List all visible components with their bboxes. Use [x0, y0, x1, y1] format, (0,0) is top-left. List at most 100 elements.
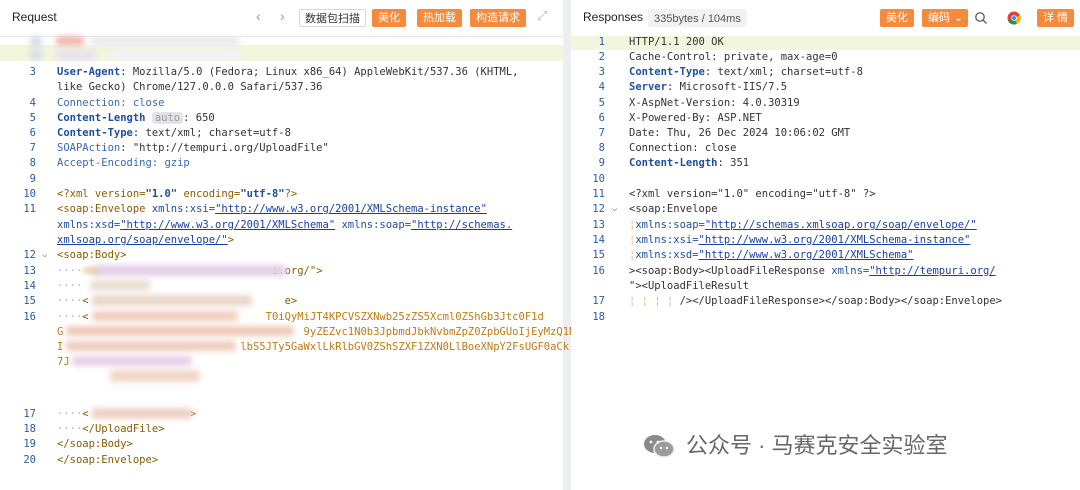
redacted-text: [110, 50, 240, 60]
code-line: <soap:Envelope xmlns:xsi="http://www.w3.…: [57, 203, 487, 215]
watermark-text: 公众号 · 马赛克安全实验室: [686, 433, 948, 458]
line-number: 2: [598, 51, 605, 63]
line-number: 6: [29, 127, 36, 139]
line-number: 6: [598, 112, 605, 124]
chevron-down-icon[interactable]: ⌵: [612, 204, 617, 214]
code-line: Content-Type: text/xml; charset=utf-8: [57, 127, 291, 139]
line-number: 15: [592, 249, 605, 261]
code-line: Content-Type: text/xml; charset=utf-8: [629, 66, 863, 78]
line-number: 7: [598, 127, 605, 139]
code-line: ><soap:Body><UploadFileResponse xmlns="h…: [629, 265, 996, 277]
line-number: 15: [23, 295, 36, 307]
line-number: 18: [592, 311, 605, 323]
line-number: 9: [29, 173, 36, 185]
code-line: xmlsoap.org/soap/envelope/">: [57, 234, 235, 246]
code-line: Date: Thu, 26 Dec 2024 10:06:02 GMT: [629, 127, 851, 139]
wechat-icon: [644, 435, 675, 458]
line-number: 5: [29, 112, 36, 124]
redacted-text: [56, 36, 84, 46]
search-icon[interactable]: [974, 11, 988, 25]
size-time-badge: 335bytes / 104ms: [648, 9, 747, 27]
request-title: Request: [12, 10, 57, 24]
line-number: 19: [23, 438, 36, 450]
code-line: Accept-Encoding: gzip: [57, 157, 190, 169]
redacted-text: [96, 265, 286, 276]
code-line: ····</UploadFile>: [57, 423, 165, 435]
encoding-dropdown[interactable]: 编码 ⌄: [922, 9, 968, 27]
line-number: 20: [23, 454, 36, 466]
redacted-text: [90, 37, 240, 45]
beautify-button[interactable]: 美化: [880, 9, 914, 27]
hot-load-button[interactable]: 热加载: [417, 9, 462, 27]
code-line: Connection: close: [57, 97, 165, 109]
code-line: <?xml version="1.0" encoding="utf-8"?>: [57, 188, 298, 200]
line-number: 3: [598, 66, 605, 78]
redacted-text: [56, 50, 96, 60]
line-number: 12: [23, 249, 36, 261]
redacted-text: [90, 280, 150, 291]
redacted-text: [66, 326, 294, 336]
code-line: HTTP/1.1 200 OK: [629, 36, 724, 48]
line-number: 16: [592, 265, 605, 277]
line-number: 16: [23, 311, 36, 323]
redacted-line-number: [30, 36, 42, 48]
code-line: X-Powered-By: ASP.NET: [629, 112, 762, 124]
line-number: 4: [598, 81, 605, 93]
chrome-icon[interactable]: [1007, 11, 1021, 25]
line-number: 17: [23, 408, 36, 420]
redacted-text: [72, 356, 192, 366]
line-number: 11: [23, 203, 36, 215]
line-number: 17: [592, 295, 605, 307]
response-editor[interactable]: 1 HTTP/1.1 200 OK 2 Cache-Control: priva…: [571, 36, 1080, 490]
code-line: Server: Microsoft-IIS/7.5: [629, 81, 788, 93]
back-arrow-icon[interactable]: ‹: [256, 8, 261, 24]
redacted-text: [92, 311, 238, 321]
code-line: ¦xmlns:soap="http://schemas.xmlsoap.org/…: [629, 219, 977, 231]
request-pane: Request ‹ › 数据包扫描 美化 热加载 构造请求 ⤢ 3 User-A…: [0, 0, 582, 490]
request-header: Request ‹ › 数据包扫描 美化 热加载 构造请求 ⤢: [0, 0, 563, 37]
auto-badge: auto: [151, 112, 184, 124]
chevron-down-icon[interactable]: ⌵: [42, 250, 47, 260]
chevron-down-icon: ⌄: [953, 12, 963, 24]
line-number: 9: [598, 157, 605, 169]
line-number: 7: [29, 142, 36, 154]
line-number: 4: [29, 97, 36, 109]
beautify-button[interactable]: 美化: [372, 9, 406, 27]
code-line: User-Agent: Mozilla/5.0 (Fedora; Linux x…: [57, 66, 519, 78]
line-number: 5: [598, 97, 605, 109]
code-line: like Gecko) Chrome/127.0.0.0 Safari/537.…: [57, 81, 323, 93]
line-number: 11: [592, 188, 605, 200]
redacted-text: [110, 370, 200, 382]
request-editor[interactable]: 3 User-Agent: Mozilla/5.0 (Fedora; Linux…: [0, 36, 582, 490]
encoding-label: 编码: [928, 12, 950, 24]
response-header: Responses 335bytes / 104ms 美化 编码 ⌄ 详 情: [571, 0, 1080, 37]
details-button[interactable]: 详 情: [1037, 9, 1075, 27]
line-number: 14: [592, 234, 605, 246]
line-number: 10: [23, 188, 36, 200]
packet-scan-button[interactable]: 数据包扫描: [299, 9, 366, 27]
code-line: X-AspNet-Version: 4.0.30319: [629, 97, 800, 109]
code-line: 7J: [57, 356, 70, 368]
construct-request-button[interactable]: 构造请求: [470, 9, 526, 27]
code-line: "><UploadFileResult: [629, 280, 750, 292]
line-number: 13: [23, 265, 36, 277]
response-title: Responses: [583, 10, 644, 24]
code-line: Connection: close: [629, 142, 737, 154]
line-number: 10: [592, 173, 605, 185]
code-line: <?xml version="1.0" encoding="utf-8" ?>: [629, 188, 876, 200]
line-number: 14: [23, 280, 36, 292]
redacted-line-number: [30, 50, 42, 60]
code-line: xmlns:xsd="http://www.w3.org/2001/XMLSch…: [57, 219, 513, 231]
line-number: 8: [29, 157, 36, 169]
code-line: <soap:Envelope: [629, 203, 718, 215]
forward-arrow-icon[interactable]: ›: [280, 8, 285, 24]
code-line: <soap:Body>: [57, 249, 127, 261]
code-line: Content-Length: 351: [629, 157, 750, 169]
expand-icon[interactable]: ⤢: [537, 8, 547, 24]
line-number: 12: [592, 203, 605, 215]
redacted-text: [92, 408, 192, 419]
code-line: ¦xmlns:xsi="http://www.w3.org/2001/XMLSc…: [629, 234, 971, 246]
code-line: Cache-Control: private, max-age=0: [629, 51, 838, 63]
redacted-text: [92, 295, 252, 306]
redacted-text: [66, 341, 236, 351]
